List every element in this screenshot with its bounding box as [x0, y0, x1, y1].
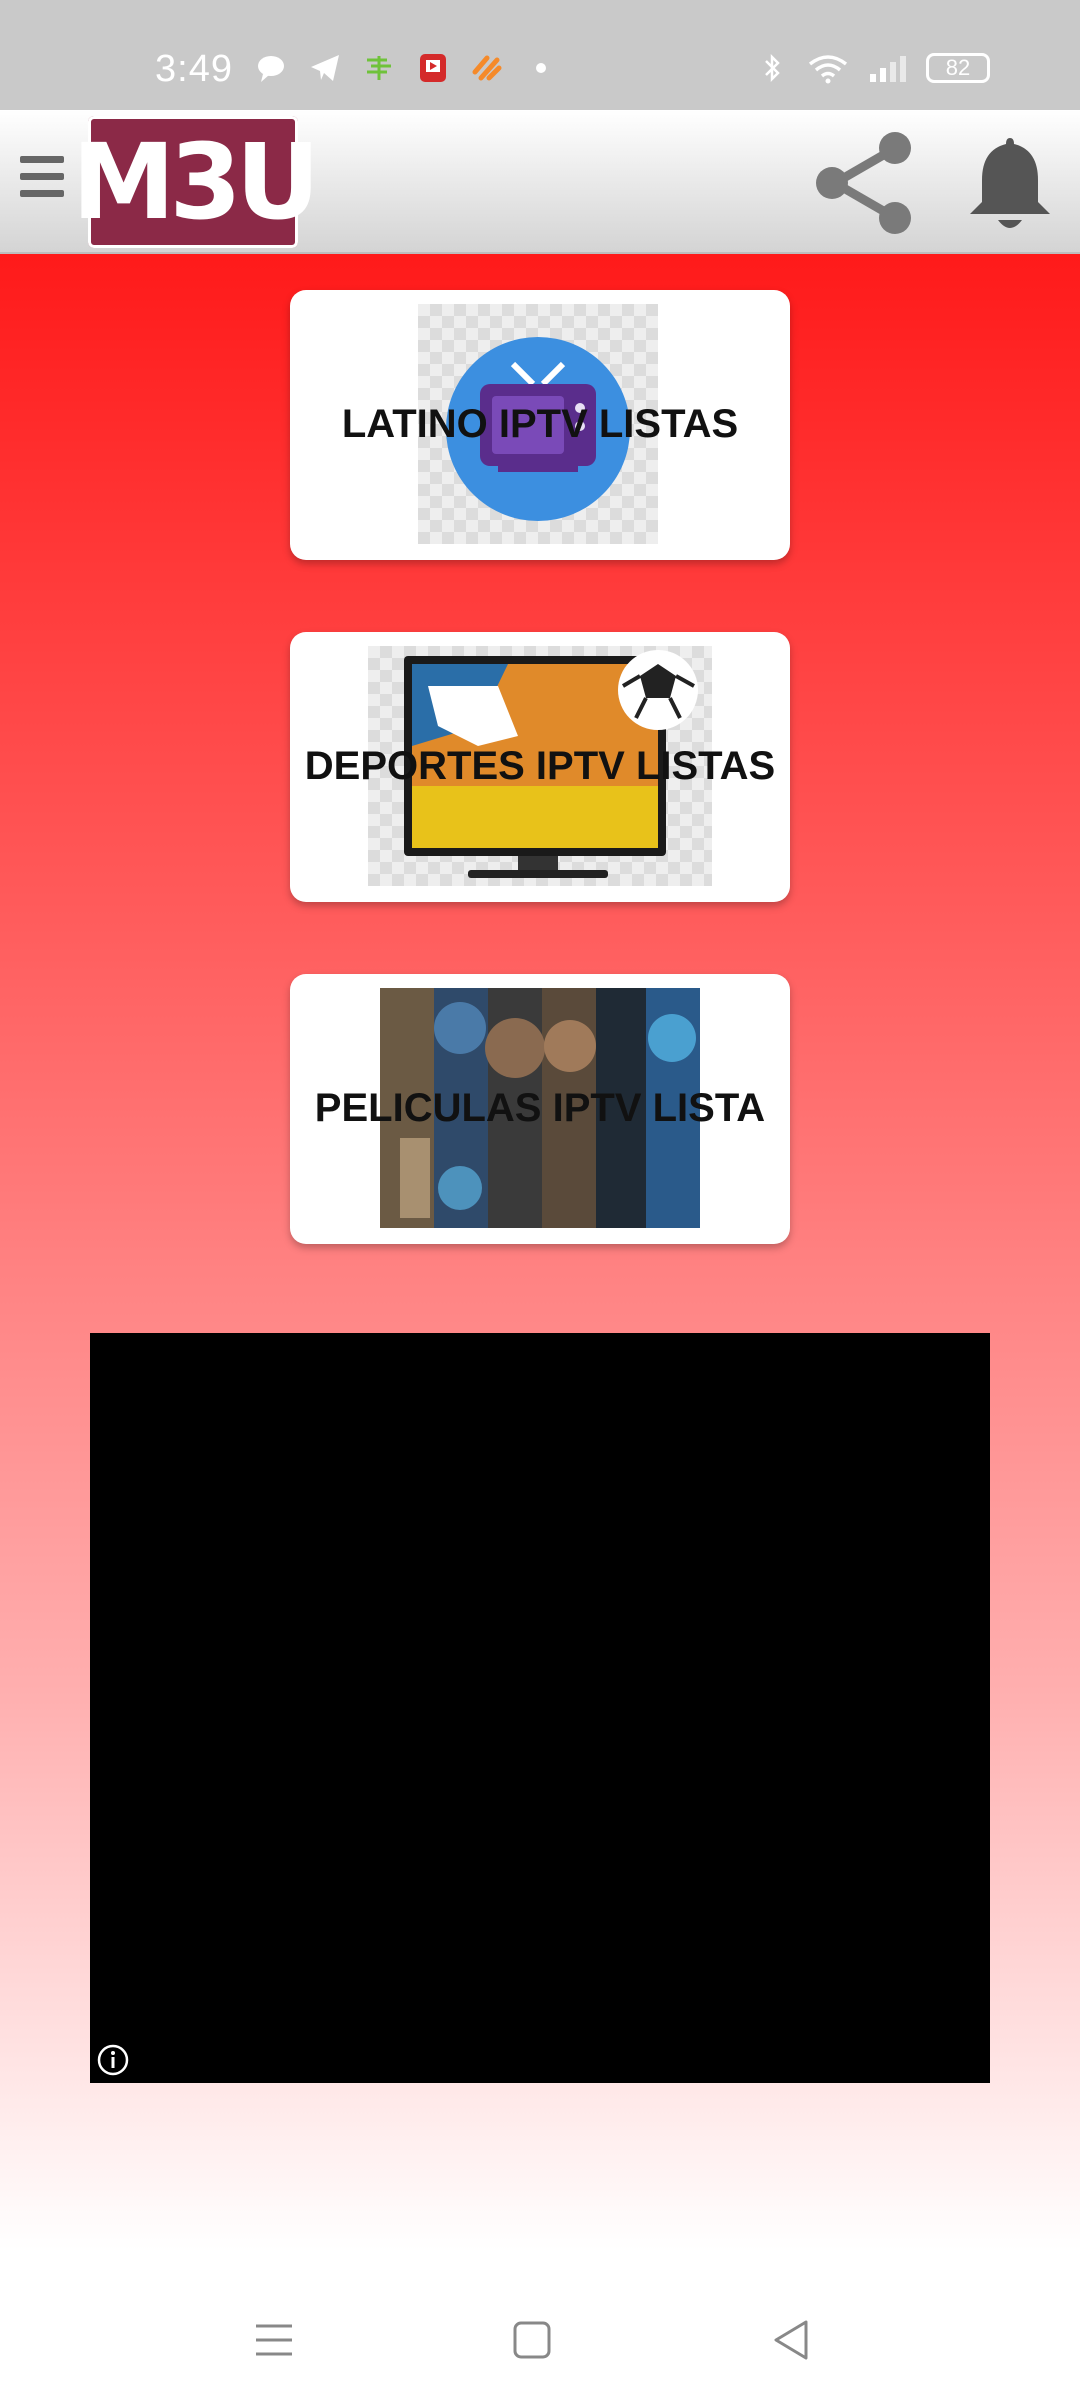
wifi-icon: [808, 55, 848, 84]
back-icon[interactable]: [760, 2310, 820, 2370]
system-icons: 82: [756, 52, 990, 84]
video-app-icon: [420, 54, 446, 82]
battery-indicator: 82: [926, 53, 990, 83]
chat-bubble-icon: [258, 56, 284, 82]
latino-iptv-card[interactable]: LATINO IPTV LISTAS: [290, 290, 790, 560]
app-logo: M3U: [72, 116, 320, 248]
home-icon[interactable]: [502, 2310, 562, 2370]
card-label: DEPORTES IPTV LISTAS: [304, 744, 776, 788]
bluetooth-icon: [765, 53, 780, 83]
deportes-iptv-card[interactable]: DEPORTES IPTV LISTAS: [290, 632, 790, 902]
navigation-bar: [0, 2270, 1080, 2400]
share-icon[interactable]: [810, 128, 920, 238]
notification-icons: [255, 52, 557, 84]
app-bar: M3U: [0, 110, 1080, 254]
stripe-app-icon: [472, 55, 502, 81]
hamburger-menu-icon[interactable]: [20, 150, 64, 210]
info-icon[interactable]: [96, 2043, 130, 2077]
status-bar: 3:49 82: [0, 0, 1080, 110]
money-app-icon: [367, 56, 391, 80]
card-label: PELICULAS IPTV LISTA: [314, 1086, 766, 1130]
recent-apps-icon[interactable]: [244, 2310, 304, 2370]
peliculas-iptv-card[interactable]: PELICULAS IPTV LISTA: [290, 974, 790, 1244]
ad-banner[interactable]: [90, 1333, 990, 2083]
signal-icon: [870, 56, 906, 82]
bell-icon[interactable]: [960, 130, 1060, 240]
card-label: LATINO IPTV LISTAS: [341, 402, 739, 446]
dot-icon: [536, 63, 546, 73]
status-time: 3:49: [155, 48, 233, 90]
telegram-icon: [311, 55, 339, 81]
